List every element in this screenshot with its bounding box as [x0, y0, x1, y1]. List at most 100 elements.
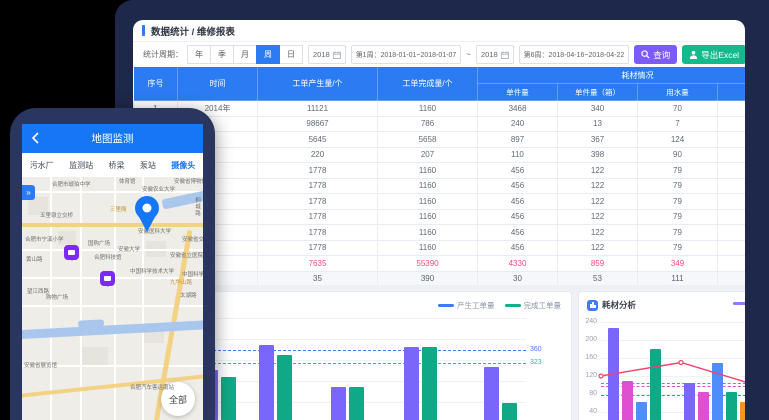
map-road — [80, 177, 82, 420]
y-axis-tick: 120 — [581, 372, 597, 379]
table-cell: 240 — [478, 116, 558, 132]
table-cell: 67 — [718, 163, 746, 179]
period-segmented-control[interactable]: 年季月周日 — [188, 45, 303, 64]
table-cell: 122 — [558, 163, 638, 179]
year-to-select[interactable]: 2018 — [476, 45, 514, 64]
table-cell: 1160 — [378, 209, 478, 225]
query-button[interactable]: 查询 — [634, 45, 677, 64]
table-cell: 1160 — [378, 178, 478, 194]
table-cell: 3468 — [478, 101, 558, 117]
table-cell: 79 — [638, 163, 718, 179]
export-person-icon — [689, 50, 698, 59]
map-label: 合肥市宁溪小学 — [25, 237, 64, 243]
table-cell: 129 — [718, 132, 746, 148]
table-cell: 67 — [718, 240, 746, 256]
table-cell: 1160 — [378, 163, 478, 179]
table-cell: 690 — [718, 116, 746, 132]
period-option-日[interactable]: 日 — [279, 45, 303, 64]
map-label: 黄山路 — [26, 257, 43, 263]
table-cell: 1778 — [258, 209, 378, 225]
table-cell: 55390 — [378, 256, 478, 272]
table-cell: 220 — [258, 147, 378, 163]
chart-legend-clipped — [733, 302, 745, 305]
reference-label: 323 — [530, 359, 542, 366]
map-label: 安徽省展览馆 — [24, 363, 57, 369]
back-icon[interactable] — [30, 132, 42, 144]
bar-produced — [331, 387, 346, 420]
legend-swatch — [438, 304, 454, 307]
table-cell: 79 — [638, 209, 718, 225]
table-row: 298667786240137690 — [134, 116, 746, 132]
map-label: 九华山路 — [170, 280, 192, 286]
map-label: 合肥汽车客运南站 — [130, 385, 174, 391]
charts-row: 产生工单量完成工单量 360323 耗材分析 2402001601208040 — [133, 285, 745, 420]
phone-tab-监测站[interactable]: 监测站 — [69, 160, 93, 171]
table-row: 5177811604561227967 — [134, 163, 746, 179]
column-header: 时间 — [178, 67, 258, 101]
y-axis-tick: 80 — [581, 390, 597, 397]
map-label: 合肥市琥珀中学 — [52, 182, 91, 188]
map-label: 安徽省立医院 — [170, 253, 203, 259]
table-cell: 1778 — [258, 194, 378, 210]
table-cell: 67 — [718, 225, 746, 241]
table-cell: 250 — [718, 101, 746, 117]
map-view[interactable]: » 全部 合肥市琥珀中学体育馆安徽农业大学安徽省博物馆桐城路五里墩立交桥三里庵安… — [22, 177, 203, 420]
sub-column-header: 单件量（箱） — [558, 84, 638, 101]
table-row: 356455658897367124129 — [134, 132, 746, 148]
selected-pin-marker[interactable] — [132, 195, 162, 233]
table-cell: 90 — [638, 147, 718, 163]
period-option-季[interactable]: 季 — [210, 45, 234, 64]
column-header: 工单产生量/个 — [258, 67, 378, 101]
table-cell: 1160 — [378, 240, 478, 256]
table-cell: 122 — [558, 194, 638, 210]
map-label: 中国科学技术大学 — [130, 269, 174, 275]
phone-tab-泵站[interactable]: 泵站 — [140, 160, 156, 171]
period-option-年[interactable]: 年 — [187, 45, 211, 64]
week-from-field[interactable]: 第1周：2018-01-01~2018-01-07 — [351, 45, 462, 64]
map-road — [22, 191, 203, 193]
table-cell: 398 — [558, 147, 638, 163]
table-cell: 1778 — [258, 178, 378, 194]
legend-item: 产生工单量 — [438, 300, 495, 311]
phone-tab-污水厂[interactable]: 污水厂 — [30, 160, 54, 171]
report-table: 序号时间工单产生量/个工单完成量/个耗材情况单件量单件量（箱）用水量水量 120… — [133, 66, 745, 287]
table-cell: 13 — [558, 116, 638, 132]
table-cell: 79 — [638, 194, 718, 210]
y-axis-tick: 40 — [581, 408, 597, 415]
camera-marker[interactable] — [64, 245, 79, 260]
table-cell: 19 — [718, 147, 746, 163]
table-row: 6177811604561227967 — [134, 178, 746, 194]
calendar-icon — [501, 51, 509, 59]
bar-completed — [349, 387, 364, 420]
map-label: 三里庵 — [110, 207, 127, 213]
total-row: 合计763555390433085934933 — [134, 256, 746, 272]
chart-title: 耗材分析 — [602, 299, 636, 311]
table-cell: 897 — [478, 132, 558, 148]
table-cell: 349 — [638, 256, 718, 272]
phone-header: 地图监测 — [22, 124, 203, 153]
camera-marker[interactable] — [100, 271, 115, 286]
phone-screen: 地图监测 污水厂 监测站 桥梁 泵站 摄像头 — [22, 124, 203, 420]
table-cell: 7 — [638, 116, 718, 132]
table-cell: 456 — [478, 209, 558, 225]
table-cell: 1160 — [378, 194, 478, 210]
legend-swatch — [505, 304, 521, 307]
report-table-wrap: 序号时间工单产生量/个工单完成量/个耗材情况单件量单件量（箱）用水量水量 120… — [133, 66, 745, 305]
export-excel-button[interactable]: 导出Excel — [682, 45, 745, 64]
table-cell: 456 — [478, 225, 558, 241]
year-from-select[interactable]: 2018 — [308, 45, 346, 64]
table-cell: 1778 — [258, 225, 378, 241]
map-road — [22, 249, 203, 251]
map-expander-button[interactable]: » — [22, 185, 35, 200]
table-cell: 79 — [638, 240, 718, 256]
trend-line — [601, 316, 745, 420]
week-to-field[interactable]: 第6周：2018-04-16~2018-04-22 — [519, 45, 630, 64]
period-option-月[interactable]: 月 — [233, 45, 257, 64]
search-icon — [641, 50, 650, 59]
phone-tab-摄像头[interactable]: 摄像头 — [171, 160, 195, 171]
table-cell: 67 — [718, 194, 746, 210]
phone-tab-桥梁[interactable]: 桥梁 — [108, 160, 124, 171]
map-label: 安徽大学 — [118, 247, 140, 253]
period-option-周[interactable]: 周 — [256, 45, 280, 64]
table-cell: 1778 — [258, 163, 378, 179]
